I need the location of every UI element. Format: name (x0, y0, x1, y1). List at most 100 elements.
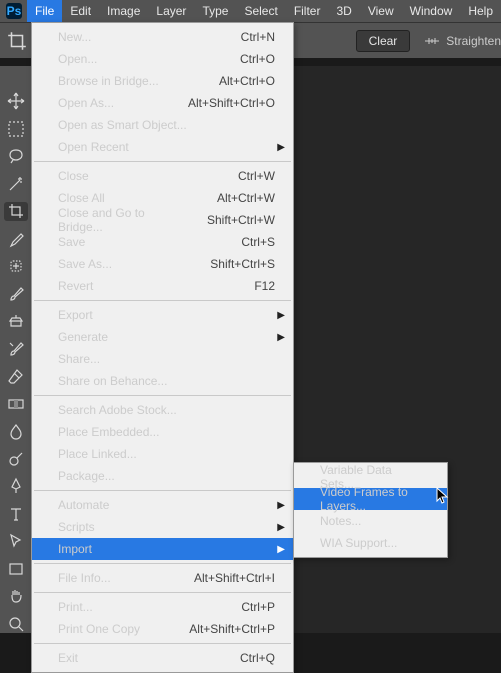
menubar-item-3d[interactable]: 3D (328, 0, 359, 22)
clone-stamp-tool-icon[interactable] (4, 312, 28, 331)
submenu-item-notes[interactable]: Notes... (294, 510, 447, 532)
menu-item-save[interactable]: SaveCtrl+S (32, 231, 293, 253)
menu-item-label: Import (58, 542, 275, 556)
menu-item-package[interactable]: Package... (32, 465, 293, 487)
menubar-item-filter[interactable]: Filter (286, 0, 329, 22)
menu-item-place-linked[interactable]: Place Linked... (32, 443, 293, 465)
menu-item-revert[interactable]: RevertF12 (32, 275, 293, 297)
menu-item-browse-in-bridge[interactable]: Browse in Bridge...Alt+Ctrl+O (32, 70, 293, 92)
dodge-tool-icon[interactable] (4, 450, 28, 469)
menubar-item-image[interactable]: Image (99, 0, 148, 22)
chevron-right-icon: ▶ (277, 310, 285, 321)
menu-item-shortcut: Alt+Shift+Ctrl+O (188, 96, 275, 110)
gradient-tool-icon[interactable] (4, 395, 28, 414)
zoom-tool-icon[interactable] (4, 615, 28, 634)
menu-item-open-as[interactable]: Open As... Alt+Shift+Ctrl+O (32, 92, 293, 114)
menu-item-shortcut: F12 (254, 279, 275, 293)
submenu-item-wia-support[interactable]: WIA Support... (294, 532, 447, 554)
straighten-button[interactable]: Straighten (424, 34, 501, 48)
menu-item-share[interactable]: Share... (32, 348, 293, 370)
menubar-item-layer[interactable]: Layer (148, 0, 194, 22)
chevron-right-icon: ▶ (277, 522, 285, 533)
menu-separator (34, 563, 291, 564)
history-brush-tool-icon[interactable] (4, 340, 28, 359)
brush-tool-icon[interactable] (4, 285, 28, 304)
crop-tool-icon[interactable] (4, 202, 28, 221)
clear-button[interactable]: Clear (356, 30, 411, 52)
menu-item-exit[interactable]: ExitCtrl+Q (32, 647, 293, 669)
menu-item-label: Exit (58, 651, 200, 665)
menu-item-label: Open... (58, 52, 200, 66)
menu-separator (34, 643, 291, 644)
menu-item-label: Generate (58, 330, 275, 344)
menu-separator (34, 490, 291, 491)
menu-item-export[interactable]: Export▶ (32, 304, 293, 326)
menu-item-close[interactable]: Close Ctrl+W (32, 165, 293, 187)
menu-item-label: Close All (58, 191, 177, 205)
menubar-item-select[interactable]: Select (236, 0, 285, 22)
submenu-item-label: WIA Support... (320, 536, 429, 550)
menu-item-place-embedded[interactable]: Place Embedded... (32, 421, 293, 443)
menu-item-shortcut: Alt+Shift+Ctrl+P (189, 622, 275, 636)
menubar-item-view[interactable]: View (360, 0, 402, 22)
menubar-item-file[interactable]: File (27, 0, 62, 22)
menubar: Ps FileEditImageLayerTypeSelectFilter3DV… (0, 0, 501, 22)
menu-item-shortcut: Alt+Ctrl+O (219, 74, 275, 88)
menu-item-import[interactable]: Import▶ (32, 538, 293, 560)
menu-item-label: File Info... (58, 571, 154, 585)
menubar-item-type[interactable]: Type (194, 0, 236, 22)
menu-item-print[interactable]: Print...Ctrl+P (32, 596, 293, 618)
menu-item-label: Place Linked... (58, 447, 275, 461)
menu-item-save-as[interactable]: Save As... Shift+Ctrl+S (32, 253, 293, 275)
menu-item-label: Close (58, 169, 198, 183)
menu-item-label: Save As... (58, 257, 170, 271)
menu-item-scripts[interactable]: Scripts▶ (32, 516, 293, 538)
chevron-right-icon: ▶ (277, 332, 285, 343)
menu-item-open[interactable]: Open... Ctrl+O (32, 48, 293, 70)
eyedropper-tool-icon[interactable] (4, 230, 28, 249)
lasso-tool-icon[interactable] (4, 147, 28, 166)
app-logo-icon: Ps (4, 2, 23, 20)
straighten-label: Straighten (446, 34, 501, 48)
magic-wand-tool-icon[interactable] (4, 175, 28, 194)
rectangle-tool-icon[interactable] (4, 560, 28, 579)
menu-item-close-and-go-to-bridge[interactable]: Close and Go to Bridge...Shift+Ctrl+W (32, 209, 293, 231)
menu-item-generate[interactable]: Generate▶ (32, 326, 293, 348)
file-menu: New...Ctrl+N Open... Ctrl+O Browse in Bridg… (31, 22, 294, 673)
healing-brush-tool-icon[interactable] (4, 257, 28, 276)
menu-separator (34, 161, 291, 162)
menu-separator (34, 395, 291, 396)
eraser-tool-icon[interactable] (4, 367, 28, 386)
menu-item-label: Save (58, 235, 201, 249)
menubar-item-edit[interactable]: Edit (62, 0, 99, 22)
hand-tool-icon[interactable] (4, 587, 28, 606)
type-tool-icon[interactable] (4, 505, 28, 524)
menu-item-print-one-copy[interactable]: Print One CopyAlt+Shift+Ctrl+P (32, 618, 293, 640)
menu-item-shortcut: Alt+Ctrl+W (217, 191, 275, 205)
menu-item-new[interactable]: New...Ctrl+N (32, 26, 293, 48)
menu-item-shortcut: Ctrl+W (238, 169, 275, 183)
menu-item-label: Open as Smart Object... (58, 118, 275, 132)
menu-separator (34, 592, 291, 593)
menu-item-open-recent[interactable]: Open Recent▶ (32, 136, 293, 158)
menu-item-label: Share... (58, 352, 275, 366)
submenu-item-video-frames-to-layers[interactable]: Video Frames to Layers... (294, 488, 447, 510)
pen-tool-icon[interactable] (4, 477, 28, 496)
svg-text:Ps: Ps (6, 4, 21, 18)
path-selection-tool-icon[interactable] (4, 532, 28, 551)
menu-item-shortcut: Shift+Ctrl+S (210, 257, 275, 271)
menu-item-shortcut: Ctrl+O (240, 52, 275, 66)
menubar-item-help[interactable]: Help (460, 0, 501, 22)
blur-tool-icon[interactable] (4, 422, 28, 441)
move-tool-icon[interactable] (4, 92, 28, 111)
menu-item-share-on-behance[interactable]: Share on Behance... (32, 370, 293, 392)
menu-item-label: Open As... (58, 96, 148, 110)
menu-item-open-as-smart-object[interactable]: Open as Smart Object... (32, 114, 293, 136)
menu-item-search-adobe-stock[interactable]: Search Adobe Stock... (32, 399, 293, 421)
crop-tool-icon[interactable] (6, 30, 28, 52)
tool-panel (0, 66, 32, 633)
marquee-tool-icon[interactable] (4, 120, 28, 139)
menu-item-file-info[interactable]: File Info...Alt+Shift+Ctrl+I (32, 567, 293, 589)
menu-item-automate[interactable]: Automate▶ (32, 494, 293, 516)
menubar-item-window[interactable]: Window (402, 0, 461, 22)
